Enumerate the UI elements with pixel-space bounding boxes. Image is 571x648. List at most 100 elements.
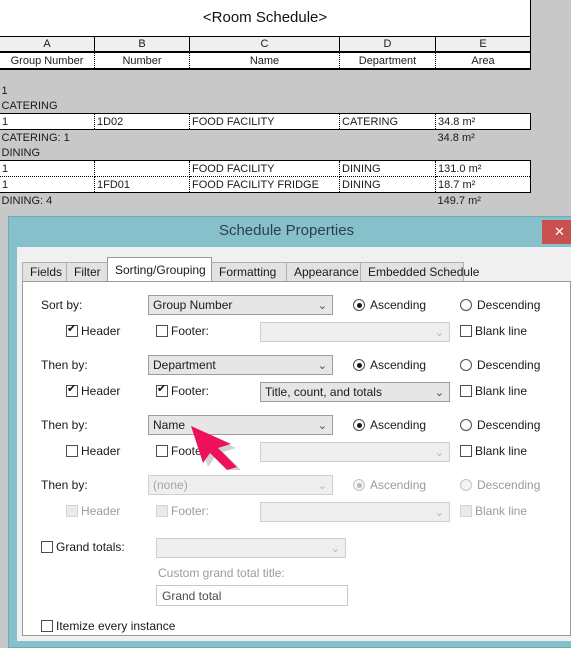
- descending-label[interactable]: Descending: [477, 358, 540, 372]
- header-label[interactable]: Header: [81, 444, 120, 458]
- ascending-label[interactable]: Ascending: [370, 418, 426, 432]
- cell: 34.8 m²: [435, 129, 531, 145]
- column-letter-a[interactable]: A: [0, 36, 95, 53]
- header-checkbox[interactable]: [66, 383, 78, 397]
- header-checkbox[interactable]: [66, 445, 78, 457]
- blank-line-checkbox[interactable]: [460, 445, 472, 457]
- tab-embedded-schedule[interactable]: Embedded Schedule: [360, 262, 479, 281]
- blank-line-label: Blank line: [475, 504, 528, 518]
- chevron-down-icon: ⌄: [330, 543, 340, 555]
- sort-field-value: Group Number: [153, 298, 233, 312]
- header-label[interactable]: Header: [81, 324, 120, 338]
- tab-fields[interactable]: Fields: [22, 262, 67, 281]
- descending-radio[interactable]: [460, 299, 472, 311]
- sorting-grouping-panel: Sort by: Group Number ⌄ Ascending Descending…: [22, 281, 571, 636]
- column-header-row: Group Number Number Name Department Area: [0, 52, 532, 70]
- ascending-radio: [353, 479, 365, 491]
- cell: [339, 192, 436, 208]
- blank-line-label[interactable]: Blank line: [475, 384, 527, 398]
- table-row: DINING: [0, 145, 531, 161]
- footer-type-select: ⌄: [260, 442, 450, 462]
- header-checkbox: [66, 505, 78, 517]
- sort-field-value: (none): [153, 478, 188, 492]
- chevron-down-icon: ⌄: [317, 420, 327, 432]
- header-label[interactable]: Header: [81, 384, 120, 398]
- footer-label[interactable]: Footer:: [171, 324, 209, 338]
- grand-totals-checkbox[interactable]: [41, 541, 53, 553]
- sort-field-select: (none) ⌄: [148, 475, 333, 495]
- tab-filter[interactable]: Filter: [66, 262, 108, 281]
- ascending-label[interactable]: Ascending: [370, 358, 426, 372]
- column-letter-b[interactable]: B: [94, 36, 190, 53]
- column-header-group-number[interactable]: Group Number: [0, 52, 95, 70]
- table-row: CATERING: [0, 98, 531, 114]
- itemize-checkbox[interactable]: [41, 620, 53, 632]
- cell: [94, 129, 190, 145]
- schedule-title-row: <Room Schedule>: [0, 0, 532, 37]
- footer-type-select[interactable]: Title, count, and totals ⌄: [260, 382, 450, 402]
- blank-line-label[interactable]: Blank line: [475, 444, 527, 458]
- footer-label[interactable]: Footer:: [171, 384, 209, 398]
- column-header-area[interactable]: Area: [434, 52, 532, 70]
- cell: DINING: [339, 176, 436, 193]
- cell: [94, 145, 190, 161]
- column-letter-d[interactable]: D: [339, 36, 436, 53]
- footer-label: Footer:: [171, 504, 210, 518]
- grand-totals-label: Grand totals:: [56, 540, 125, 554]
- cell: [189, 83, 340, 98]
- footer-checkbox[interactable]: [156, 445, 168, 457]
- descending-radio[interactable]: [460, 419, 472, 431]
- cell: [435, 83, 531, 98]
- descending-label[interactable]: Descending: [477, 418, 540, 432]
- descending-radio: [460, 479, 472, 491]
- tab-sorting-grouping[interactable]: Sorting/Grouping: [107, 257, 212, 281]
- custom-grand-total-title-input[interactable]: Grand total: [156, 585, 348, 606]
- footer-checkbox[interactable]: [156, 325, 168, 337]
- ascending-radio[interactable]: [353, 419, 365, 431]
- sort-field-select[interactable]: Group Number ⌄: [148, 295, 333, 315]
- footer-type-select: ⌄: [260, 322, 450, 342]
- ascending-radio[interactable]: [353, 299, 365, 311]
- cell: [0, 69, 95, 83]
- cell: FOOD FACILITY: [189, 160, 340, 177]
- footer-checkbox[interactable]: [156, 383, 168, 397]
- ascending-radio[interactable]: [353, 359, 365, 371]
- cell: FOOD FACILITY: [189, 113, 340, 130]
- cell: [435, 98, 531, 114]
- itemize-label: Itemize every instance: [56, 619, 176, 633]
- cell: CATERING: [0, 98, 95, 114]
- footer-type-select: ⌄: [260, 502, 450, 522]
- descending-label[interactable]: Descending: [477, 298, 540, 312]
- cell: [189, 69, 340, 83]
- footer-label[interactable]: Footer:: [171, 444, 209, 458]
- cell: DINING: [0, 145, 95, 161]
- chevron-down-icon: ⌄: [434, 387, 444, 399]
- sort-field-select[interactable]: Name ⌄: [148, 415, 333, 435]
- tab-appearance[interactable]: Appearance: [286, 262, 361, 281]
- descending-radio[interactable]: [460, 359, 472, 371]
- close-button[interactable]: ✕: [542, 220, 571, 244]
- chevron-down-icon: ⌄: [317, 480, 327, 492]
- cell: DINING: [339, 160, 436, 177]
- column-letter-row: ABCDE: [0, 36, 532, 53]
- column-header-name[interactable]: Name: [189, 52, 340, 70]
- blank-line-label[interactable]: Blank line: [475, 324, 527, 338]
- column-header-department[interactable]: Department: [339, 52, 436, 70]
- header-checkbox[interactable]: [66, 323, 78, 337]
- sort-field-value: Department: [153, 358, 216, 372]
- dialog-titlebar: Schedule Properties ✕: [9, 217, 571, 247]
- sort-field-select[interactable]: Department ⌄: [148, 355, 333, 375]
- cell: [339, 129, 436, 145]
- blank-line-checkbox[interactable]: [460, 325, 472, 337]
- column-letter-e[interactable]: E: [434, 36, 532, 53]
- column-letter-c[interactable]: C: [189, 36, 340, 53]
- column-header-number[interactable]: Number: [94, 52, 190, 70]
- table-row[interactable]: 1 1D02 FOOD FACILITY CATERING 34.8 m²: [0, 113, 532, 130]
- cell: [189, 145, 340, 161]
- table-row[interactable]: 1 1FD01 FOOD FACILITY FRIDGE DINING 18.7 m²: [0, 176, 532, 193]
- tab-formatting[interactable]: Formatting: [211, 262, 287, 281]
- table-row[interactable]: 1 FOOD FACILITY DINING 131.0 m²: [0, 160, 532, 177]
- ascending-label[interactable]: Ascending: [370, 298, 426, 312]
- cell: CATERING: 1: [0, 129, 95, 145]
- blank-line-checkbox[interactable]: [460, 385, 472, 397]
